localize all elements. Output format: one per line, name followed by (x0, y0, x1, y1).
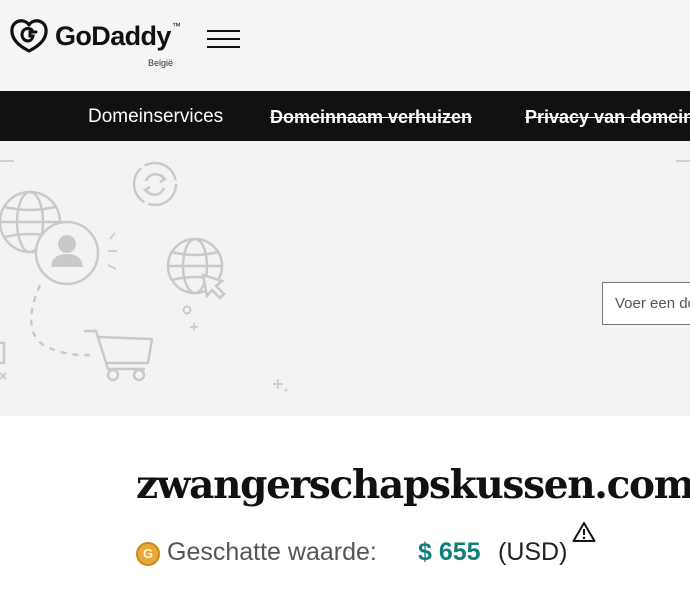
nav-bar: Domeinservices Domeinnaam verhuizen Priv… (0, 91, 690, 141)
nav-item-domeinnaam-verhuizen[interactable]: Domeinnaam verhuizen (270, 107, 472, 128)
site-header: GoDaddy™ België (0, 0, 690, 91)
domain-search-input[interactable]: Voer een domeinnaam in (602, 282, 690, 325)
godaddy-logo-icon (10, 19, 48, 53)
godaddy-logo[interactable]: GoDaddy™ België (9, 18, 184, 70)
nav-item-privacy-van-domeinen[interactable]: Privacy van domeinen (525, 107, 690, 128)
estimated-value-currency: (USD) (498, 538, 568, 566)
region-label: België (148, 58, 174, 68)
coin-icon (136, 542, 160, 566)
domain-name-title: zwangerschapskussen.com (136, 462, 690, 508)
hero-banner: Voer een domeinnaam in (0, 141, 690, 416)
globe-cursor-icon (166, 237, 226, 300)
nav-item-domeinservices[interactable]: Domeinservices (88, 106, 223, 128)
hamburger-icon[interactable] (207, 29, 241, 49)
estimated-value-label: Geschatte waarde: (167, 538, 377, 566)
hero-illustration (0, 160, 690, 392)
logo-wordmark: GoDaddy™ (55, 21, 181, 51)
user-icon (34, 220, 100, 286)
shopping-cart-icon (84, 329, 154, 382)
warning-icon[interactable] (572, 521, 596, 543)
refresh-icon (132, 161, 178, 207)
estimated-value-amount: $ 655 (418, 538, 481, 566)
